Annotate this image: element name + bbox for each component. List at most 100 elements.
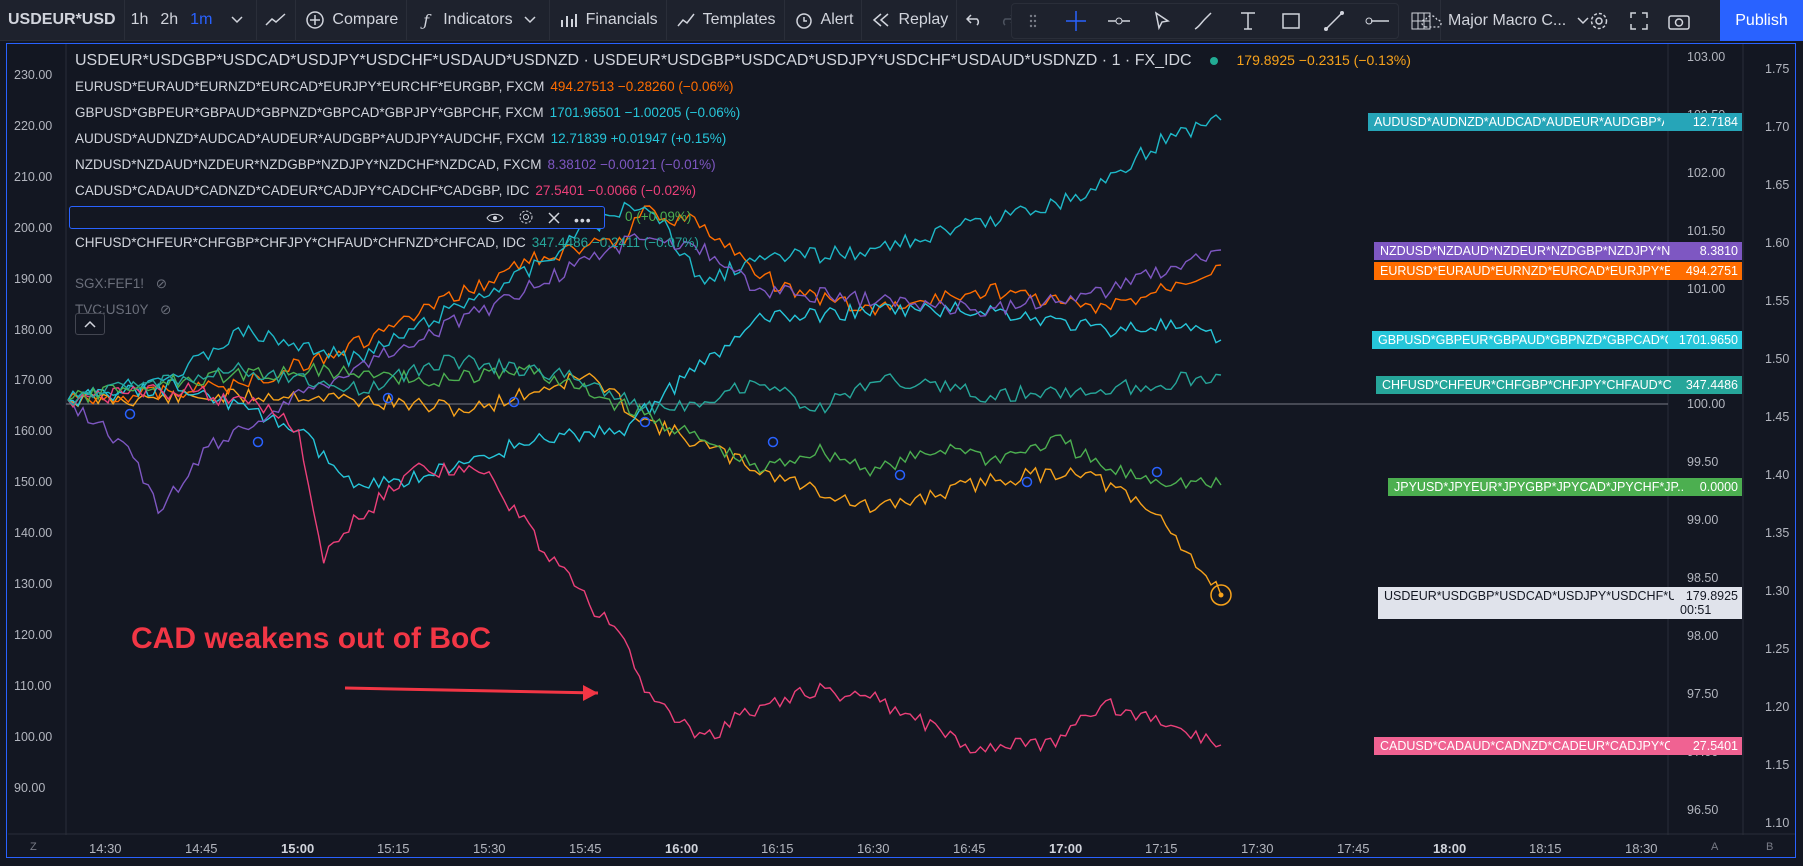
chevron-up-icon [84,315,96,333]
series-line [67,381,1222,754]
badge-series-name: EURUSD*EURAUD*EURNZD*EURCAD*EURJPY*EU... [1380,264,1670,278]
series-name: NZDUSD*NZDAUD*NZDEUR*NZDGBP*NZDJPY*NZDCH… [75,157,542,172]
eye-icon[interactable] [486,211,504,229]
legend-series-row[interactable]: CADUSD*CADAUD*CADNZD*CADEUR*CADJPY*CADCH… [75,183,696,198]
badge-series-name: NZDUSD*NZDAUD*NZDEUR*NZDGBP*NZDJPY*NZ... [1380,244,1670,258]
badge-series-name: USDEUR*USDGBP*USDCAD*USDJPY*USDCHF*US... [1384,589,1674,603]
badge-value: 179.8925 [1685,589,1738,603]
left-axis-label: 170.00 [14,373,53,388]
more-icon[interactable]: ••• [574,212,592,228]
event-marker[interactable] [1021,476,1033,488]
series-name: CADUSD*CADAUD*CADNZD*CADEUR*CADJPY*CADCH… [75,183,530,198]
badge-value: 0.0000 [1699,480,1738,494]
mid-axis-label: 101.50 [1687,224,1726,238]
left-axis-label: 190.00 [14,271,53,286]
event-marker[interactable] [252,436,264,448]
eye-off-icon[interactable]: ⊘ [160,302,171,317]
right-axis-label: 1.65 [1765,178,1790,192]
time-axis-label: 16:15 [761,841,794,856]
time-axis-label: 16:30 [857,841,890,856]
series-value: 494.27513 −0.28260 (−0.06%) [550,79,734,94]
collapse-legend-button[interactable] [75,313,105,335]
close-icon[interactable] [548,211,560,229]
badge-countdown: 00:51 [1680,603,1712,617]
legend-series-row[interactable]: CHFUSD*CHFEUR*CHFGBP*CHFJPY*CHFAUD*CHFNZ… [75,235,699,250]
badge-series-name: CHFUSD*CHFEUR*CHFGBP*CHFJPY*CHFAUD*CH... [1382,378,1672,392]
badge-value: 27.5401 [1692,739,1738,753]
series-value: 347.4486 −0.2411 (−0.07%) [531,235,699,250]
time-axis-label: 17:00 [1049,841,1083,856]
zoom-corner-left[interactable]: Z [30,841,37,853]
event-marker[interactable] [894,469,906,481]
legend-series-row[interactable]: NZDUSD*NZDAUD*NZDEUR*NZDGBP*NZDJPY*NZDCH… [75,157,716,172]
price-badge: GBPUSD*GBPEUR*GBPAUD*GBPNZD*GBPCAD*GB...… [1372,331,1742,349]
price-badge: CHFUSD*CHFEUR*CHFGBP*CHFJPY*CHFAUD*CH...… [1376,376,1742,394]
eye-off-icon[interactable]: ⊘ [156,276,167,291]
legend-series-row[interactable]: AUDUSD*AUDNZD*AUDCAD*AUDEUR*AUDGBP*AUDJP… [75,131,726,146]
mid-axis-label: 101.00 [1687,282,1726,296]
price-badge: CADUSD*CADAUD*CADNZD*CADEUR*CADJPY*CA...… [1374,737,1742,755]
badge-series-name: CADUSD*CADAUD*CADNZD*CADEUR*CADJPY*CA... [1380,739,1670,753]
series-value: 1701.96501 −1.00205 (−0.06%) [549,105,741,120]
right-axis-label: 1.40 [1765,468,1790,482]
price-badge: USDEUR*USDGBP*USDCAD*USDJPY*USDCHF*US...… [1378,587,1742,619]
hidden-series-label: SGX:FEF1! [75,276,145,291]
main-series-legend[interactable]: USDEUR*USDGBP*USDCAD*USDJPY*USDCHF*USDAU… [75,52,1411,70]
badge-value: 1701.9650 [1678,333,1738,347]
time-axis-label: 15:30 [473,841,506,856]
right-axis-label: 1.45 [1765,410,1790,424]
right-axis-label: 1.20 [1765,700,1790,714]
left-axis-label: 90.00 [14,780,46,795]
time-axis-label: 18:15 [1529,841,1562,856]
series-line [67,300,1222,489]
time-axis-label: 17:15 [1145,841,1178,856]
settings-icon[interactable] [518,209,534,230]
right-axis-label: 1.35 [1765,526,1790,540]
mid-axis-label: 98.50 [1687,571,1719,585]
mid-axis-label: 97.50 [1687,687,1719,701]
annotation-text[interactable]: CAD weakens out of BoC [131,622,491,656]
event-marker[interactable] [1151,466,1163,478]
left-axis-label: 220.00 [14,118,53,133]
left-axis-label: 180.00 [14,322,53,337]
legend-series-row[interactable]: GBPUSD*GBPEUR*GBPAUD*GBPNZD*GBPCAD*GBPJP… [75,105,740,120]
right-axis-label: 1.30 [1765,584,1790,598]
time-axis-label: 17:45 [1337,841,1370,856]
right-axis-label: 1.75 [1765,62,1790,76]
left-axis-label: 200.00 [14,220,53,235]
price-badge: AUDUSD*AUDNZD*AUDCAD*AUDEUR*AUDGBP*AU...… [1368,113,1742,131]
badge-value: 8.3810 [1699,244,1738,258]
left-axis-label: 150.00 [14,475,53,490]
left-axis-label: 130.00 [14,577,53,591]
mid-axis-label: 99.50 [1687,455,1719,469]
event-marker[interactable] [124,408,136,420]
legend-row-actions: ••• [486,209,592,230]
main-series-name: USDEUR*USDGBP*USDCAD*USDJPY*USDCHF*USDAU… [75,52,1192,69]
legend-series-row[interactable]: EURUSD*EURAUD*EURNZD*EURCAD*EURJPY*EURCH… [75,79,733,94]
series-name: EURUSD*EURAUD*EURNZD*EURCAD*EURJPY*EURCH… [75,79,545,94]
time-axis-label: 14:45 [185,841,218,856]
hidden-series-sgx[interactable]: SGX:FEF1! ⊘ [75,276,167,292]
left-axis-label: 140.00 [14,526,53,541]
mid-axis-label: 100.00 [1687,397,1726,411]
time-axis-label: 14:30 [89,841,122,856]
last-price-dot [1218,592,1224,598]
time-axis-label: 15:45 [569,841,602,856]
right-axis-label: 1.50 [1765,352,1790,366]
badge-value: 347.4486 [1685,378,1738,392]
badge-series-name: GBPUSD*GBPEUR*GBPAUD*GBPNZD*GBPCAD*GB... [1378,333,1668,347]
badge-value: 494.2751 [1685,264,1738,278]
badge-series-name: AUDUSD*AUDNZD*AUDCAD*AUDEUR*AUDGBP*AU... [1374,115,1664,129]
price-badge: NZDUSD*NZDAUD*NZDEUR*NZDGBP*NZDJPY*NZ...… [1374,242,1742,260]
event-marker[interactable] [767,436,779,448]
scale-b-button[interactable]: B [1766,841,1773,853]
left-axis-label: 210.00 [14,169,53,184]
annotation-arrow-line [344,686,599,695]
series-name: GBPUSD*GBPEUR*GBPAUD*GBPNZD*GBPCAD*GBPJP… [75,105,544,120]
time-axis-label: 18:00 [1433,841,1467,856]
time-axis-label: 16:00 [665,841,699,856]
right-axis-label: 1.60 [1765,236,1790,250]
series-value: 0 (+0.09%) [625,209,692,224]
series-value: 8.38102 −0.00121 (−0.01%) [547,157,716,172]
auto-scale-button[interactable]: A [1711,841,1718,853]
